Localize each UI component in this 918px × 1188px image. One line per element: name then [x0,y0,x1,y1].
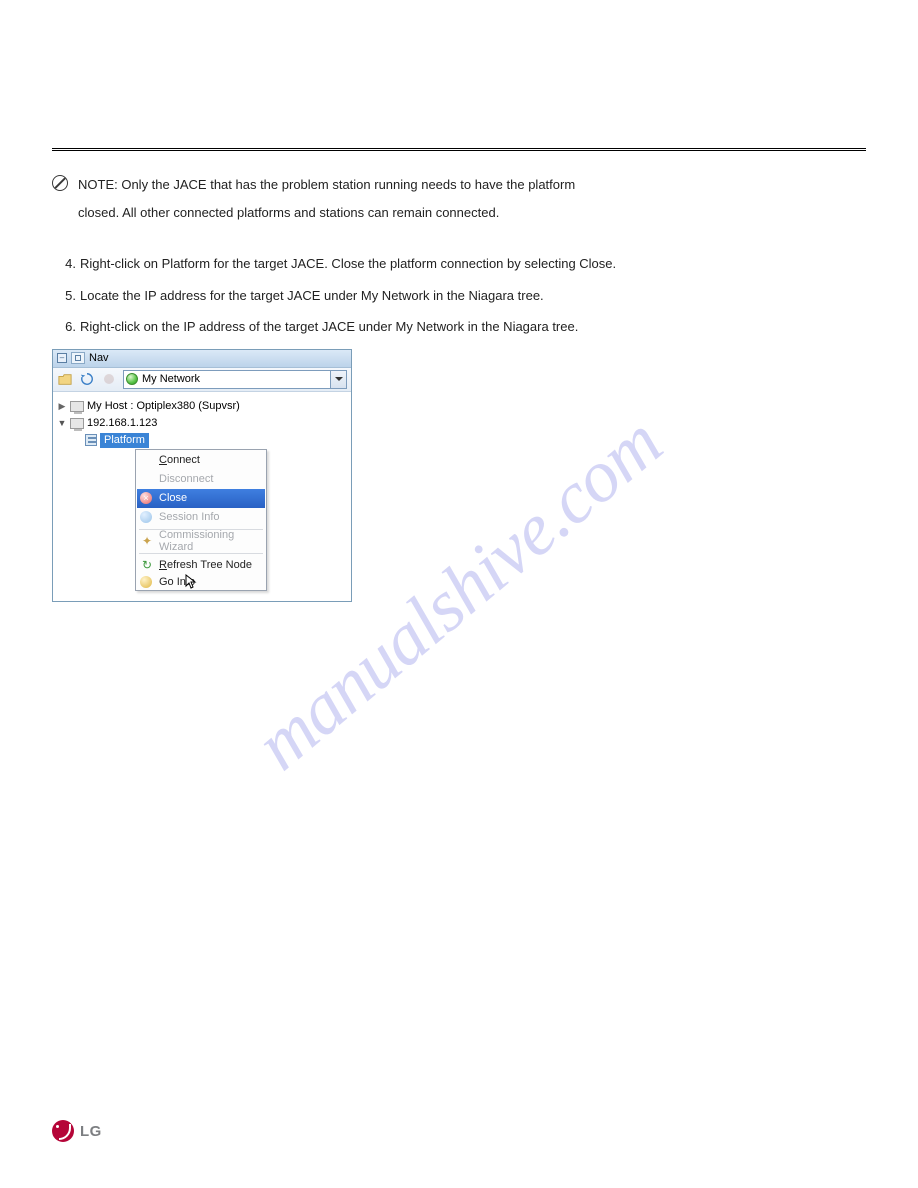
panel-tab-icon[interactable] [71,352,85,364]
lg-logo-icon [52,1120,74,1142]
tree-row-ip[interactable]: ▼ 192.168.1.123 [57,415,347,432]
expander-icon[interactable]: ▶ [57,401,67,412]
host-icon [70,418,84,429]
platform-selected-label: Platform [100,433,149,448]
cursor-icon [185,574,197,590]
menu-go-into[interactable]: Go Into [137,575,265,589]
combo-text: My Network [142,373,330,385]
platform-icon [85,434,97,446]
nav-title: Nav [89,352,109,364]
stop-icon [101,371,117,387]
go-into-icon [140,576,152,588]
refresh-tree-icon: ↻ [140,558,154,572]
expander-icon[interactable]: ▼ [57,418,67,428]
minimize-icon[interactable]: – [57,353,67,363]
close-icon: × [140,492,152,504]
lg-logo-text: LG [80,1123,102,1140]
nav-toolbar: My Network [53,368,351,392]
tree-row-host[interactable]: ▶ My Host : Optiplex380 (Supvsr) [57,398,347,415]
menu-commissioning-wizard: ✦ Commissioning Wizard [137,532,265,551]
tree-row-platform[interactable]: Platform [57,432,347,449]
globe-icon [126,373,138,385]
menu-close[interactable]: × Close [137,489,265,508]
prohibit-icon [52,175,68,191]
refresh-icon[interactable] [79,371,95,387]
menu-disconnect: Disconnect [137,470,265,489]
session-info-icon [140,511,152,523]
step-5: 5. Locate the IP address for the target … [52,286,866,306]
nav-panel: – Nav My Network ▶ My Hos [52,349,352,602]
section-divider [52,148,866,151]
home-folder-icon[interactable] [57,371,73,387]
step-6: 6. Right-click on the IP address of the … [52,317,866,337]
chevron-down-icon[interactable] [330,371,346,388]
step-4: 4. Right-click on Platform for the targe… [52,254,866,274]
wizard-icon: ✦ [140,534,154,548]
host-icon [70,401,84,412]
note-text: NOTE: Only the JACE that has the problem… [78,175,575,230]
context-menu: CConnectonnect Disconnect × Close Sessio… [135,449,267,591]
nav-tree: ▶ My Host : Optiplex380 (Supvsr) ▼ 192.1… [53,392,351,601]
menu-connect[interactable]: CConnectonnect [137,451,265,470]
menu-session-info: Session Info [137,508,265,527]
lg-logo: LG [52,1120,102,1142]
nav-titlebar: – Nav [53,350,351,368]
menu-refresh-tree[interactable]: ↻ Refresh Tree NodeRefresh Tree Node [137,556,265,575]
network-combo[interactable]: My Network [123,370,347,389]
